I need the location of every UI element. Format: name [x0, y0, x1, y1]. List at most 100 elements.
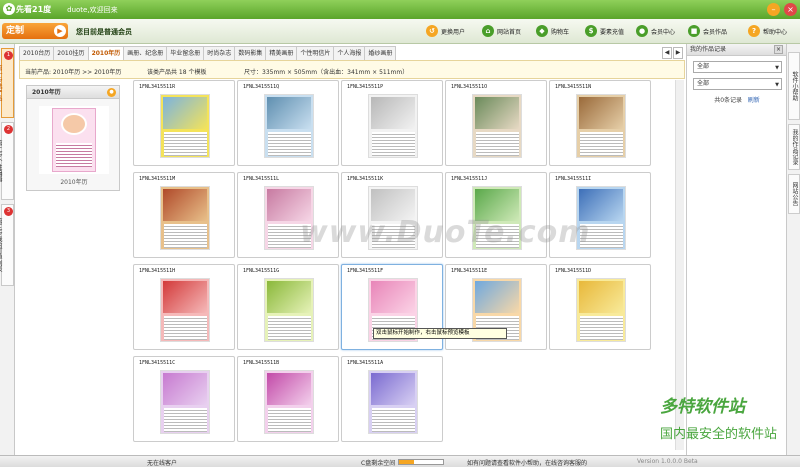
step-number: 2	[4, 125, 13, 134]
refresh-link[interactable]: 刷新	[748, 97, 760, 104]
step-tab-1[interactable]: 1 第一步选产品	[0, 48, 14, 118]
template-thumbnail	[368, 370, 418, 434]
works-panel-title: 我的作品记录	[690, 46, 727, 53]
template-code: 1FNL3415511E	[451, 268, 488, 274]
template-card[interactable]: 1FNL3415511H	[133, 264, 235, 350]
close-panel-icon[interactable]: ×	[774, 45, 783, 54]
category-tab-0[interactable]: 2010台历	[19, 46, 55, 60]
template-code: 1FNL3415511N	[555, 84, 592, 90]
template-card[interactable]: 1FNL3415511C	[133, 356, 235, 442]
category-tab-8[interactable]: 个性明信片	[296, 46, 335, 60]
step-tab-3[interactable]: 3 第三步我的订单列表	[0, 204, 14, 286]
template-card[interactable]: 1FNL3415511G	[237, 264, 339, 350]
category-tab-3[interactable]: 画册、纪念册	[123, 46, 168, 60]
side-tab-2[interactable]: 网站公告	[788, 174, 800, 214]
template-code: 1FNL3415511L	[243, 176, 280, 182]
category-tab-1[interactable]: 2010挂历	[53, 46, 89, 60]
chevron-down-icon: ▼	[775, 82, 779, 88]
category-info-bar: 当前产品: 2010年历 >> 2010年历 该类产品共 18 个模板 尺寸：3…	[19, 60, 685, 79]
menu-item-3[interactable]: $ 要素充值	[585, 24, 624, 38]
welcome-text: duote,欢迎回来	[67, 5, 118, 14]
side-tab-1[interactable]: 我的作品记录	[788, 124, 800, 170]
watermark: www.DuoTe.com	[300, 215, 591, 250]
template-thumbnail	[160, 94, 210, 158]
filter-select-1[interactable]: 全部 ▼	[693, 61, 782, 73]
category-tab-2[interactable]: 2010年历	[87, 46, 125, 60]
template-card[interactable]: 1FNL3415511N	[549, 80, 651, 166]
menu-item-6[interactable]: ? 帮助中心	[748, 24, 787, 38]
template-thumbnail	[368, 94, 418, 158]
filter-select-2[interactable]: 全部 ▼	[693, 78, 782, 90]
records-count: 共0条记录	[714, 97, 743, 104]
custom-button-label: 定制	[6, 26, 25, 36]
template-card[interactable]: 1FNL3415511Q	[237, 80, 339, 166]
template-card[interactable]: 1FNL3415511R	[133, 80, 235, 166]
tab-next-icon[interactable]: ▶	[673, 47, 683, 59]
close-icon[interactable]: ×	[784, 3, 797, 16]
template-code: 1FNL3415511C	[139, 360, 176, 366]
menu-item-label: 更换用户	[441, 28, 466, 36]
category-tab-7[interactable]: 精美画册	[265, 46, 298, 60]
category-tab-10[interactable]: 婚纱画册	[364, 46, 397, 60]
works-panel-header: 我的作品记录 ×	[687, 44, 786, 56]
preview-thumbnail[interactable]	[39, 106, 109, 174]
category-tab-9[interactable]: 个人海报	[333, 46, 366, 60]
menu-item-5[interactable]: ■ 会员作品	[688, 24, 727, 38]
template-thumbnail	[160, 370, 210, 434]
pin-icon[interactable]: ●	[107, 88, 116, 97]
step-tabs: 1 第一步选产品 2 第二步个性编辑 3 第三步我的订单列表	[0, 44, 15, 459]
template-code: 1FNL3415511F	[347, 268, 384, 274]
menu-item-0[interactable]: ↺ 更换用户	[426, 24, 465, 38]
menu-item-4[interactable]: ● 会员中心	[636, 24, 675, 38]
custom-button[interactable]: 定制 ▶	[2, 23, 68, 39]
menu-icon: ⌂	[482, 25, 494, 37]
category-tab-5[interactable]: 时尚杂志	[203, 46, 236, 60]
template-card[interactable]: 1FNL3415511M	[133, 172, 235, 258]
template-code: 1FNL3415511O	[451, 84, 488, 90]
step-label: 第二步个性编辑	[0, 140, 2, 182]
template-thumbnail	[160, 186, 210, 250]
tab-prev-icon[interactable]: ◀	[662, 47, 672, 59]
disk-space-fill	[399, 460, 415, 464]
disk-space-label: C盘剩余空间	[361, 460, 396, 467]
step-tab-2[interactable]: 2 第二步个性编辑	[0, 122, 14, 200]
template-code: 1FNL3415511M	[139, 176, 176, 182]
template-code: 1FNL3415511K	[347, 176, 384, 182]
menu-item-2[interactable]: ◆ 购物车	[536, 24, 569, 38]
template-card[interactable]: 1FNL3415511O	[445, 80, 547, 166]
app-title: 先看21度	[16, 5, 52, 14]
member-status: 您目前是普通会员	[76, 28, 132, 36]
template-code: 1FNL3415511G	[243, 268, 280, 274]
disk-space-bar	[398, 459, 444, 465]
menu-item-label: 要素充值	[600, 28, 625, 36]
minimize-icon[interactable]: –	[767, 3, 780, 16]
template-card[interactable]: 1FNL3415511A	[341, 356, 443, 442]
chevron-down-icon: ▼	[775, 65, 779, 71]
category-tab-4[interactable]: 毕业留念册	[166, 46, 205, 60]
menu-icon: ↺	[426, 25, 438, 37]
toolbar: 定制 ▶ 您目前是普通会员 ↺ 更换用户 ⌂ 网站首页 ◆ 购物车 $ 要素充值 ● 会员中心 ■ 会…	[0, 19, 800, 44]
menu-icon: ◆	[536, 25, 548, 37]
filter-select-2-value: 全部	[697, 80, 710, 87]
template-code: 1FNL3415511D	[555, 268, 592, 274]
template-card[interactable]: 1FNL3415511D	[549, 264, 651, 350]
template-card[interactable]: 1FNL3415511B	[237, 356, 339, 442]
help-text: 如有问题请查看软件小帮助，在线咨询客服的	[467, 460, 588, 467]
online-status: 无在线客户	[147, 460, 178, 467]
current-product: 当前产品: 2010年历 >> 2010年历	[25, 69, 122, 76]
category-tab-6[interactable]: 数码影集	[234, 46, 267, 60]
template-card[interactable]: 1FNL3415511P	[341, 80, 443, 166]
step-label: 第一步选产品	[0, 65, 2, 101]
version-text: Version 1.0.0.0 Beta	[637, 458, 698, 465]
site-watermark-brand: 多特软件站	[660, 397, 745, 417]
title-bar: ✿ 先看21度 duote,欢迎回来 – ×	[0, 0, 800, 19]
side-tab-0[interactable]: 软件小帮助	[788, 52, 800, 120]
menu-icon: $	[585, 25, 597, 37]
template-code: 1FNL3415511R	[139, 84, 176, 90]
template-code: 1FNL3415511H	[139, 268, 176, 274]
menu-item-label: 帮助中心	[763, 28, 788, 36]
category-tabs: 2010台历 2010挂历 2010年历 画册、纪念册 毕业留念册 时尚杂志 数码影集 精美画…	[19, 46, 685, 60]
menu-item-1[interactable]: ⌂ 网站首页	[482, 24, 521, 38]
template-thumbnail	[264, 370, 314, 434]
template-code: 1FNL3415511P	[347, 84, 384, 90]
